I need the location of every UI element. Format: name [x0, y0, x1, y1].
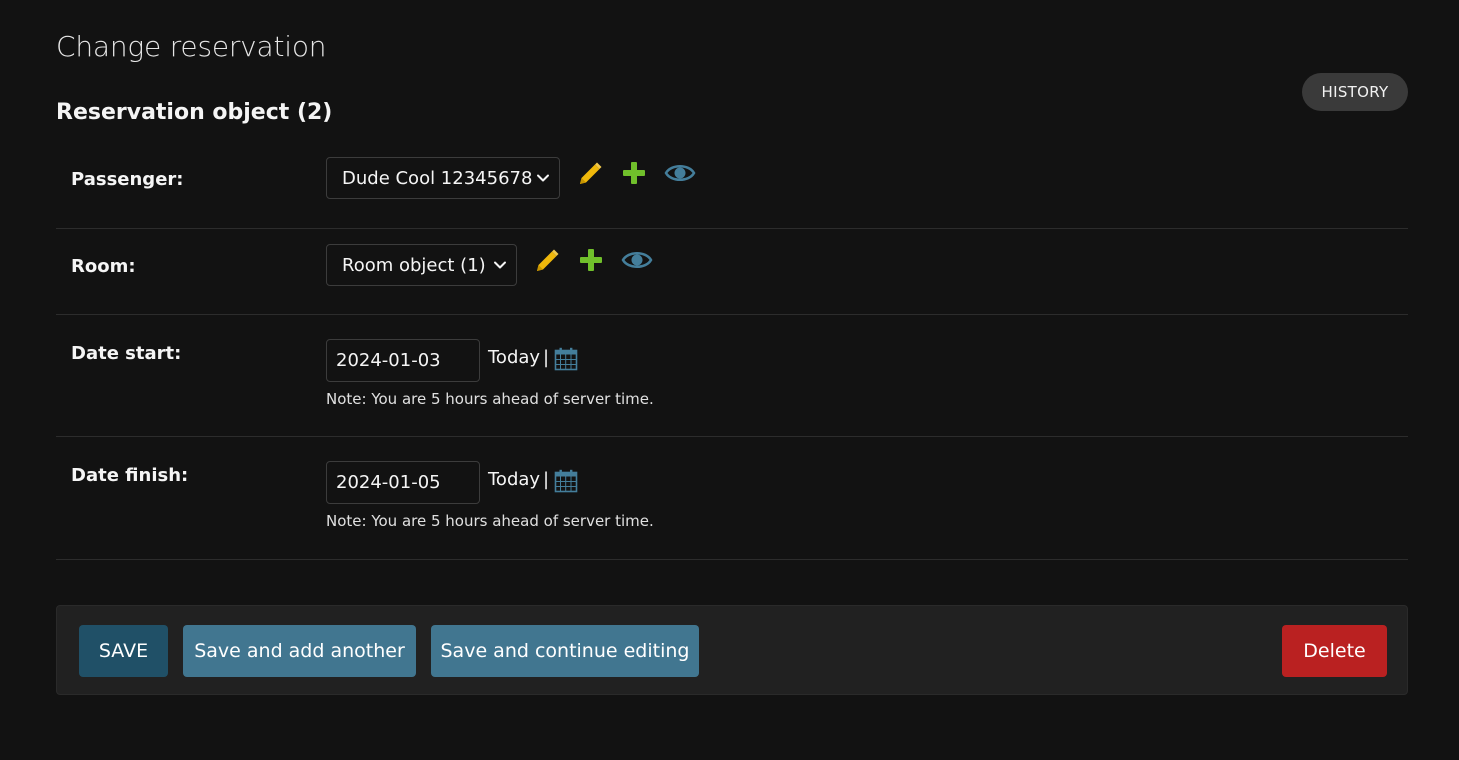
pencil-icon[interactable] — [576, 160, 604, 188]
chevron-down-icon — [494, 261, 506, 269]
form-row-date-start: Date start: 2024-01-03 Today | Note: You… — [56, 315, 1408, 437]
object-title: Reservation object (2) — [56, 100, 333, 125]
date-start-note: Note: You are 5 hours ahead of server ti… — [326, 390, 654, 408]
date-start-input[interactable]: 2024-01-03 — [326, 339, 480, 382]
chevron-down-icon — [537, 174, 549, 182]
passenger-select[interactable]: Dude Cool 12345678 — [326, 157, 560, 199]
eye-icon[interactable] — [664, 161, 696, 185]
date-start-label: Date start: — [71, 343, 182, 364]
plus-icon[interactable] — [578, 247, 604, 273]
delete-button[interactable]: Delete — [1282, 625, 1387, 677]
date-finish-input[interactable]: 2024-01-05 — [326, 461, 480, 504]
save-and-add-another-button[interactable]: Save and add another — [183, 625, 416, 677]
date-finish-separator: | — [543, 469, 550, 490]
submit-row: SAVE Save and add another Save and conti… — [56, 605, 1408, 695]
history-button[interactable]: HISTORY — [1302, 73, 1408, 111]
calendar-icon[interactable] — [554, 469, 578, 493]
date-finish-label: Date finish: — [71, 465, 189, 486]
room-selected-value: Room object (1) — [342, 254, 486, 276]
save-button[interactable]: SAVE — [79, 625, 168, 677]
room-select[interactable]: Room object (1) — [326, 244, 517, 286]
passenger-selected-value: Dude Cool 12345678 — [342, 167, 533, 189]
room-label: Room: — [71, 256, 136, 277]
change-reservation-page: Change reservation HISTORY Reservation o… — [0, 0, 1459, 760]
date-finish-today-link[interactable]: Today — [488, 469, 540, 490]
date-start-today-link[interactable]: Today — [488, 347, 540, 368]
date-finish-note: Note: You are 5 hours ahead of server ti… — [326, 512, 654, 530]
date-finish-value: 2024-01-05 — [336, 472, 441, 493]
date-start-separator: | — [543, 347, 550, 368]
plus-icon[interactable] — [621, 160, 647, 186]
page-title: Change reservation — [56, 30, 327, 63]
passenger-label: Passenger: — [71, 169, 184, 190]
date-start-value: 2024-01-03 — [336, 350, 441, 371]
calendar-icon[interactable] — [554, 347, 578, 371]
form-row-passenger: Passenger: Dude Cool 12345678 — [56, 141, 1408, 229]
eye-icon[interactable] — [621, 248, 653, 272]
pencil-icon[interactable] — [533, 247, 561, 275]
form-row-room: Room: Room object (1) — [56, 229, 1408, 315]
save-and-continue-editing-button[interactable]: Save and continue editing — [431, 625, 699, 677]
form-row-date-finish: Date finish: 2024-01-05 Today | Note: Yo… — [56, 437, 1408, 560]
